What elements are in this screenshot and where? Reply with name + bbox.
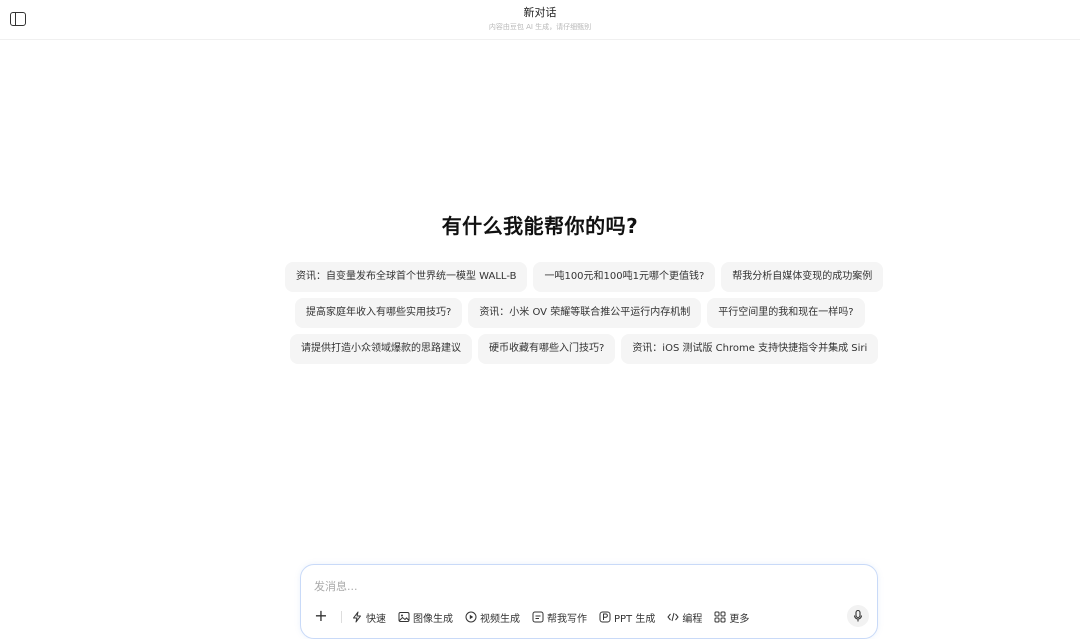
message-input[interactable]	[314, 577, 854, 595]
message-composer: + 快速 图像生成 视频生成 帮我写作	[300, 564, 878, 639]
page-title: 新对话	[523, 6, 557, 19]
quick-mode-label: 快速	[366, 613, 386, 625]
more-button[interactable]: 更多	[714, 610, 749, 625]
writing-button[interactable]: 帮我写作	[532, 610, 587, 625]
image-generation-button[interactable]: 图像生成	[398, 610, 453, 625]
toolbar-divider	[341, 611, 342, 623]
suggestion-chip[interactable]: 资讯：iOS 测试版 Chrome 支持快捷指令并集成 Siri	[621, 334, 879, 364]
top-bar: 新对话 内容由豆包 AI 生成，请仔细甄别	[0, 0, 1080, 40]
suggestion-row: 请提供打造小众领域爆款的思路建议 硬币收藏有哪些入门技巧? 资讯：iOS 测试版…	[290, 334, 879, 364]
coding-button[interactable]: 编程	[667, 610, 702, 625]
writing-label: 帮我写作	[547, 613, 587, 625]
suggestion-row: 资讯：自变量发布全球首个世界统一模型 WALL-B 一吨100元和100吨1元哪…	[285, 262, 884, 292]
add-attachment-button[interactable]: +	[311, 607, 331, 627]
welcome-heading: 有什么我能帮你的吗?	[441, 214, 639, 238]
suggestion-chip[interactable]: 提高家庭年收入有哪些实用技巧?	[295, 298, 463, 328]
grid-icon	[714, 611, 726, 623]
title-area: 新对话 内容由豆包 AI 生成，请仔细甄别	[0, 6, 1080, 32]
suggestion-chip[interactable]: 资讯：小米 OV 荣耀等联合推公平运行内存机制	[468, 298, 702, 328]
suggestion-chip[interactable]: 帮我分析自媒体变现的成功案例	[721, 262, 884, 292]
image-icon	[398, 611, 410, 623]
video-generation-label: 视频生成	[480, 613, 520, 625]
quick-mode-button[interactable]: 快速	[351, 610, 386, 625]
suggestion-chip[interactable]: 资讯：自变量发布全球首个世界统一模型 WALL-B	[285, 262, 528, 292]
coding-label: 编程	[682, 613, 703, 625]
suggestion-chip[interactable]: 硬币收藏有哪些入门技巧?	[478, 334, 616, 364]
writing-icon	[532, 611, 544, 623]
ppt-generation-button[interactable]: PPT 生成	[599, 610, 655, 625]
microphone-icon	[853, 609, 863, 622]
suggestion-chip[interactable]: 一吨100元和100吨1元哪个更值钱?	[533, 262, 716, 292]
suggestion-row: 提高家庭年收入有哪些实用技巧? 资讯：小米 OV 荣耀等联合推公平运行内存机制 …	[295, 298, 865, 328]
lightning-icon	[351, 611, 363, 623]
composer-toolbar: + 快速 图像生成 视频生成 帮我写作 PPT 生成 编程 更多	[311, 607, 761, 627]
ai-disclaimer: 内容由豆包 AI 生成，请仔细甄别	[488, 23, 592, 31]
voice-input-button[interactable]	[847, 605, 869, 627]
suggestion-chip[interactable]: 请提供打造小众领域爆款的思路建议	[290, 334, 472, 364]
code-icon	[667, 611, 680, 623]
more-label: 更多	[729, 613, 750, 625]
video-generation-button[interactable]: 视频生成	[465, 610, 520, 625]
ppt-generation-label: PPT 生成	[614, 613, 656, 625]
ppt-icon	[599, 611, 611, 623]
image-generation-label: 图像生成	[413, 613, 453, 625]
suggestion-chip[interactable]: 平行空间里的我和现在一样吗?	[707, 298, 865, 328]
play-icon	[465, 611, 477, 623]
